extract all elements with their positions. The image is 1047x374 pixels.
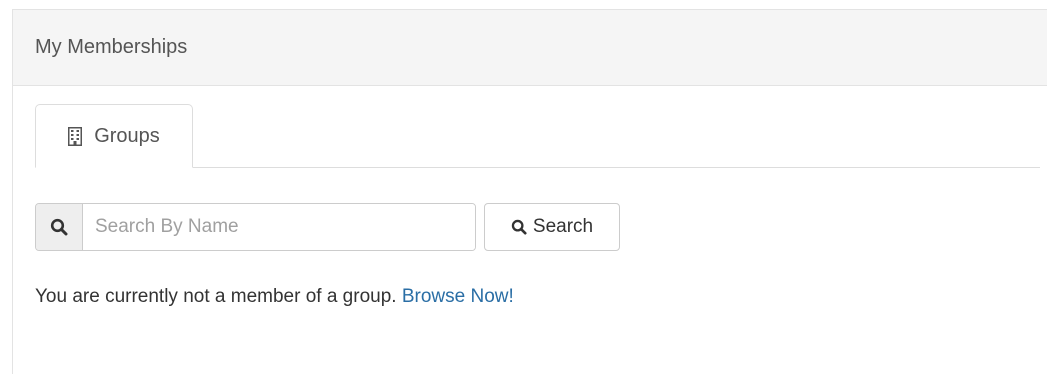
empty-state-text: You are currently not a member of a grou… (35, 286, 397, 307)
search-input[interactable] (83, 204, 475, 250)
search-icon (36, 204, 83, 250)
memberships-panel: My Memberships Groups Search By Name Sea… (12, 9, 1047, 374)
tab-groups[interactable]: Groups (35, 104, 193, 168)
tab-bar: Groups (35, 104, 1040, 168)
search-row: Search (35, 202, 620, 252)
building-icon (68, 126, 83, 146)
tab-groups-label: Groups (94, 124, 160, 147)
panel-title: My Memberships (35, 36, 188, 58)
empty-state-message: You are currently not a member of a grou… (35, 286, 514, 308)
panel-heading: My Memberships (13, 10, 1047, 86)
search-input-group (35, 203, 476, 251)
search-icon (511, 219, 527, 235)
search-button[interactable]: Search (484, 203, 620, 251)
browse-now-link[interactable]: Browse Now! (402, 286, 514, 307)
search-button-label: Search (532, 216, 594, 237)
